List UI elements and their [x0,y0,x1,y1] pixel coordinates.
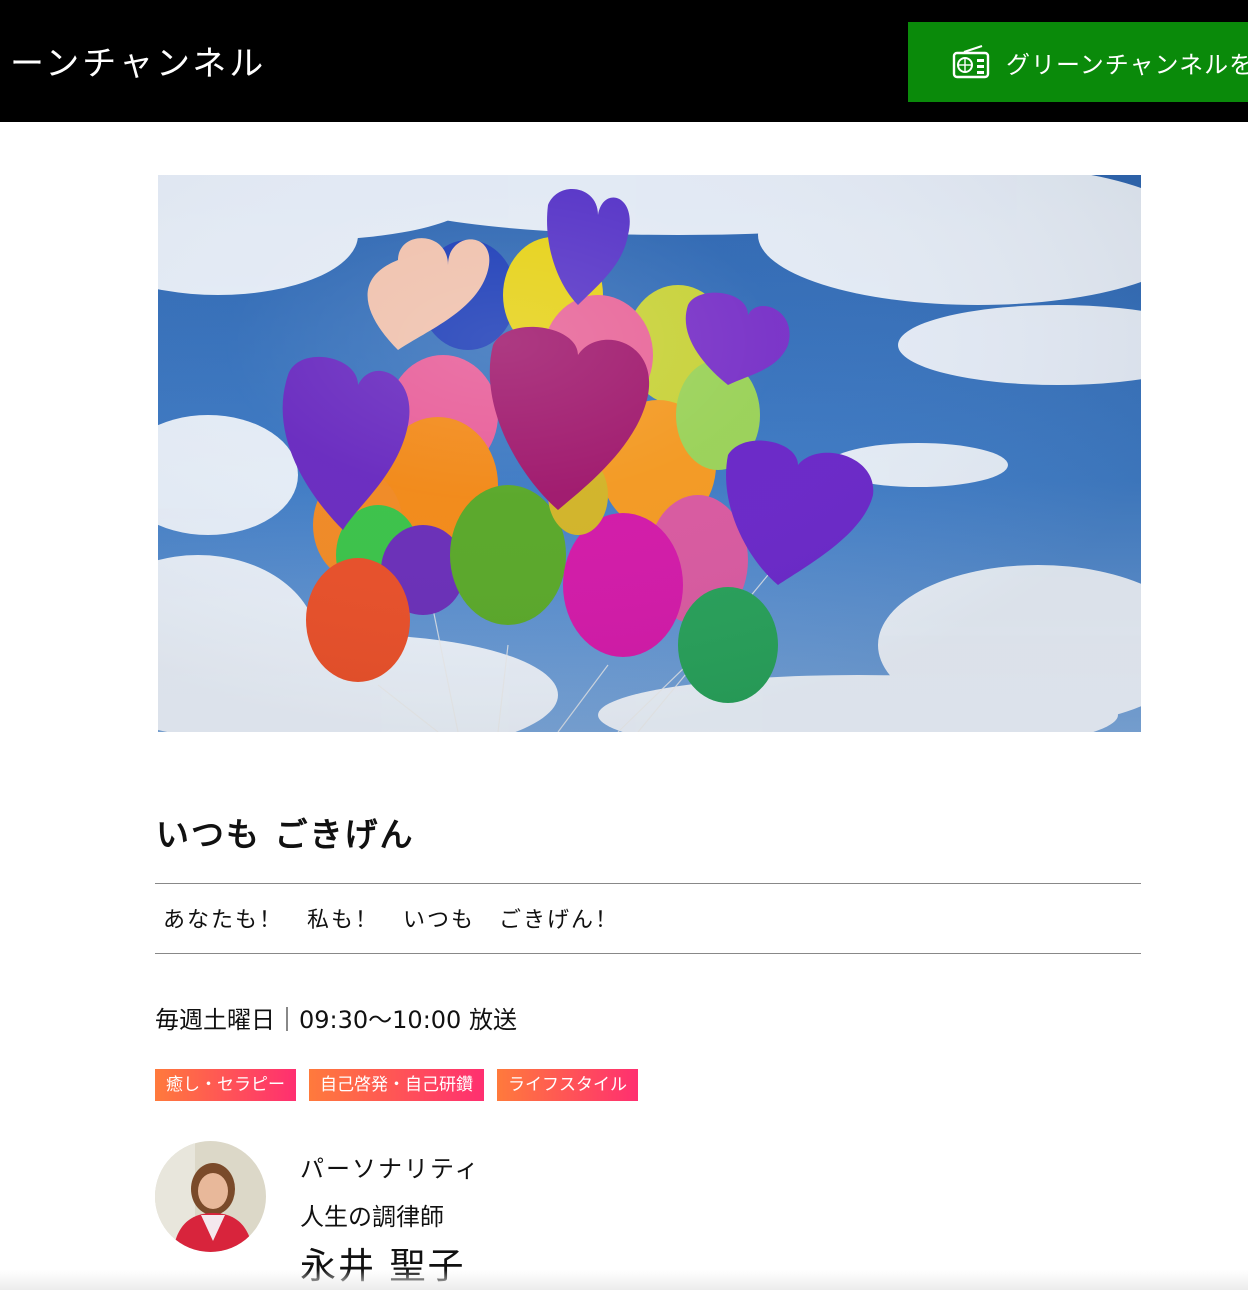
listen-green-channel-button[interactable]: グリーンチャンネルを [908,22,1248,102]
avatar[interactable] [155,1141,266,1252]
title-divider-top [155,883,1141,884]
title-divider-bottom [155,953,1141,954]
personality-role: 人生の調律師 [300,1203,444,1231]
site-title[interactable]: ーンチャンネル [10,36,266,85]
tag-self-improvement[interactable]: 自己啓発・自己研鑽 [309,1069,484,1101]
program-tagline: あなたも！ 私も！ いつも ごきげん！ [163,908,620,933]
radio-icon [952,45,990,79]
bottom-edge [0,1270,1248,1290]
broadcast-schedule: 毎週土曜日｜09:30〜10:00 放送 [155,1006,517,1034]
program-title: いつも ごきげん [156,815,415,854]
category-tags: 癒し・セラピー 自己啓発・自己研鑽 ライフスタイル [155,1069,638,1101]
tag-lifestyle[interactable]: ライフスタイル [497,1069,638,1101]
tag-healing-therapy[interactable]: 癒し・セラピー [155,1069,296,1101]
personality-section: パーソナリティ 人生の調律師 永井 聖子 [155,1141,1155,1287]
listen-button-label: グリーンチャンネルを [1006,50,1248,79]
site-header: ーンチャンネル グリーンチャンネルを [0,0,1248,122]
program-hero-image [158,175,1141,732]
personality-label: パーソナリティ [300,1155,481,1183]
